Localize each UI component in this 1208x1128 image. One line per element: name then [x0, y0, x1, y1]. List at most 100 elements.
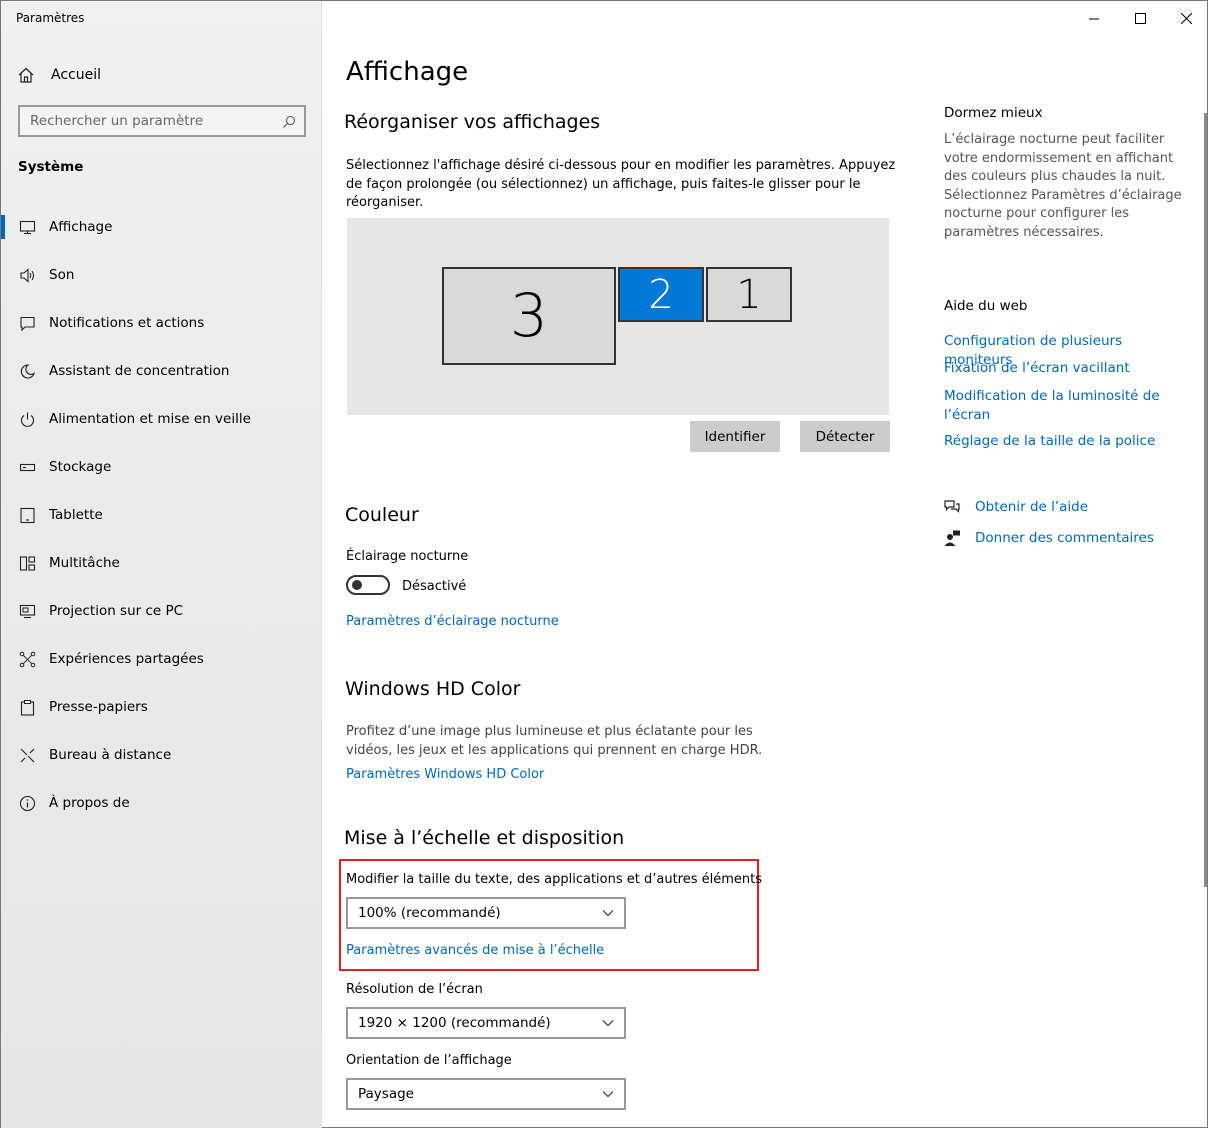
orientation-value: Paysage	[358, 1086, 414, 1102]
speaker-icon	[20, 267, 35, 283]
display-icon	[19, 220, 36, 234]
scale-dropdown[interactable]: 100% (recommandé)	[346, 897, 626, 929]
scale-heading: Mise à l’échelle et disposition	[344, 827, 625, 849]
night-light-settings-link[interactable]: Paramètres d’éclairage nocturne	[346, 614, 559, 629]
maximize-button[interactable]	[1117, 1, 1163, 35]
sidebar-item-son[interactable]: Son	[1, 251, 321, 299]
multitask-icon	[19, 555, 36, 571]
sidebar-item-label: Tablette	[49, 507, 103, 523]
close-icon	[1180, 12, 1192, 24]
get-help-label: Obtenir de l’aide	[975, 499, 1089, 515]
sidebar-item-affichage[interactable]: Affichage	[1, 203, 321, 251]
minimize-button[interactable]	[1071, 1, 1117, 35]
sidebar-item-label: Son	[49, 267, 75, 283]
chevron-down-icon	[602, 1020, 614, 1027]
web-help-heading: Aide du web	[944, 298, 1028, 314]
close-button[interactable]	[1163, 1, 1208, 35]
orientation-dropdown[interactable]: Paysage	[346, 1078, 626, 1110]
rearrange-description: Sélectionnez l'affichage désiré ci-desso…	[346, 158, 896, 210]
sidebar-item-label: Notifications et actions	[49, 315, 205, 331]
orientation-label: Orientation de l’affichage	[346, 1053, 512, 1068]
sidebar: Paramètres Accueil Système Affichage Son…	[1, 1, 322, 1128]
chevron-down-icon	[602, 1091, 614, 1098]
sidebar-item-experiences[interactable]: Expériences partagées	[1, 635, 321, 683]
sidebar-nav: Affichage Son Notifications et actions A…	[1, 203, 321, 827]
shared-icon	[19, 651, 36, 667]
moon-icon	[20, 363, 36, 379]
sidebar-item-label: Presse-papiers	[49, 699, 148, 715]
scrollbar[interactable]	[1204, 113, 1207, 887]
web-link-flicker[interactable]: Fixation de l’écran vacillant	[944, 359, 1184, 378]
monitor-number: 3	[509, 281, 549, 351]
web-link-font-size[interactable]: Réglage de la taille de la police	[944, 432, 1184, 451]
chevron-down-icon	[602, 910, 614, 917]
feedback-icon	[944, 530, 960, 546]
sidebar-item-presse-papiers[interactable]: Presse-papiers	[1, 683, 321, 731]
night-light-toggle[interactable]	[346, 575, 390, 595]
maximize-icon	[1134, 12, 1146, 24]
feedback-link[interactable]: Donner des commentaires	[943, 529, 1154, 547]
sleep-heading: Dormez mieux	[944, 105, 1043, 121]
section-label: Système	[18, 159, 84, 175]
home-icon	[18, 67, 34, 83]
sidebar-item-label: Stockage	[49, 459, 112, 475]
identify-button[interactable]: Identifier	[690, 421, 780, 452]
notification-icon	[20, 316, 35, 331]
toggle-state: Désactivé	[402, 579, 467, 594]
rearrange-heading: Réorganiser vos affichages	[344, 111, 601, 133]
color-heading: Couleur	[345, 504, 419, 526]
monitor-number: 1	[736, 271, 762, 318]
main-content: Affichage Réorganiser vos affichages Sél…	[323, 1, 1208, 1128]
sidebar-item-a-propos[interactable]: À propos de	[1, 779, 321, 827]
sidebar-item-label: Bureau à distance	[49, 747, 172, 763]
sidebar-item-label: Affichage	[49, 219, 113, 235]
monitor-2[interactable]: 2	[618, 267, 704, 322]
search-box[interactable]	[18, 105, 306, 137]
hdr-settings-link[interactable]: Paramètres Windows HD Color	[346, 767, 544, 782]
sidebar-item-label: Multitâche	[49, 555, 120, 571]
size-label: Modifier la taille du texte, des applica…	[346, 872, 763, 887]
storage-icon	[19, 463, 36, 471]
sidebar-item-label: Expériences partagées	[49, 651, 204, 667]
tablet-icon	[20, 507, 35, 523]
sidebar-item-concentration[interactable]: Assistant de concentration	[1, 347, 321, 395]
advanced-scaling-link[interactable]: Paramètres avancés de mise à l’échelle	[346, 943, 604, 958]
monitor-number: 2	[648, 271, 674, 318]
sidebar-item-notifications[interactable]: Notifications et actions	[1, 299, 321, 347]
sidebar-item-alimentation[interactable]: Alimentation et mise en veille	[1, 395, 321, 443]
sleep-text: L’éclairage nocturne peut faciliter votr…	[944, 132, 1182, 240]
sidebar-item-bureau-distance[interactable]: Bureau à distance	[1, 731, 321, 779]
home-link[interactable]: Accueil	[17, 61, 101, 89]
home-label: Accueil	[51, 67, 101, 83]
search-icon[interactable]	[282, 115, 296, 129]
help-chat-icon	[944, 500, 960, 513]
display-arrangement: 3 2 1	[347, 218, 889, 415]
sidebar-item-label: À propos de	[49, 795, 130, 811]
resolution-label: Résolution de l’écran	[346, 982, 483, 997]
detect-button[interactable]: Détecter	[800, 421, 890, 452]
monitor-3[interactable]: 3	[442, 267, 616, 365]
hdr-heading: Windows HD Color	[345, 678, 521, 700]
sidebar-item-label: Assistant de concentration	[49, 363, 230, 379]
feedback-label: Donner des commentaires	[975, 530, 1154, 546]
resolution-value: 1920 × 1200 (recommandé)	[358, 1015, 551, 1031]
web-link-brightness[interactable]: Modification de la luminosité de l’écran	[944, 387, 1164, 424]
toggle-knob	[352, 580, 362, 590]
sidebar-item-stockage[interactable]: Stockage	[1, 443, 321, 491]
monitor-1[interactable]: 1	[706, 267, 792, 322]
sidebar-item-projection[interactable]: Projection sur ce PC	[1, 587, 321, 635]
sidebar-item-tablette[interactable]: Tablette	[1, 491, 321, 539]
page-title: Affichage	[346, 57, 469, 87]
remote-desktop-icon	[20, 748, 35, 762]
sidebar-item-multitache[interactable]: Multitâche	[1, 539, 321, 587]
night-light-label: Éclairage nocturne	[346, 549, 469, 564]
clipboard-icon	[20, 699, 35, 716]
window-controls	[1071, 1, 1208, 35]
power-icon	[20, 412, 35, 427]
search-input[interactable]	[30, 113, 270, 129]
get-help-link[interactable]: Obtenir de l’aide	[943, 498, 1088, 516]
projection-icon	[19, 604, 36, 618]
info-icon	[19, 795, 36, 811]
scale-value: 100% (recommandé)	[358, 905, 501, 921]
resolution-dropdown[interactable]: 1920 × 1200 (recommandé)	[346, 1007, 626, 1039]
